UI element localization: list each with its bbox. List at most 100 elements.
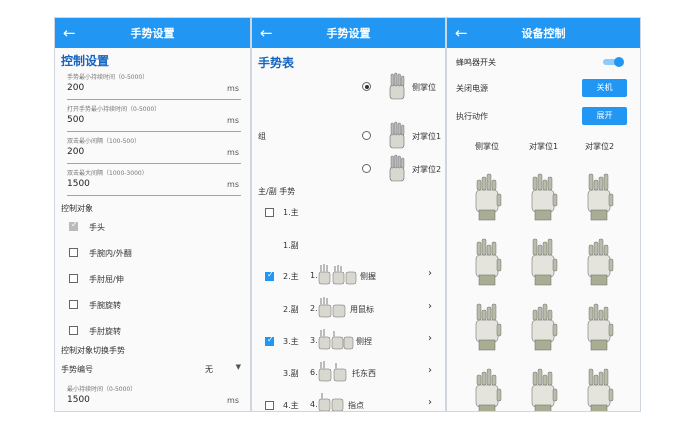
radio-label: 对掌位2: [412, 165, 442, 174]
gesture-hand-icon: [318, 264, 357, 285]
field-value[interactable]: 200: [67, 147, 84, 157]
field-unit: ms: [227, 396, 239, 405]
dropdown-value: 无: [205, 365, 213, 374]
robotic-hand-image: [587, 238, 614, 286]
gesture-number: 2.: [310, 304, 318, 313]
radio-label: 对掌位1: [412, 132, 442, 141]
gesture-name: 侧握: [360, 272, 376, 281]
chevron-right-icon[interactable]: ›: [428, 365, 432, 376]
checkbox-label: 手肘旋转: [89, 327, 121, 336]
toggle-thumb: [614, 57, 624, 67]
robotic-hand-image: [531, 303, 558, 351]
control-target-label: 控制对象: [61, 204, 93, 213]
power-label: 关闭电源: [456, 84, 488, 93]
robotic-hand-image: [531, 238, 558, 286]
gesture-hand-icon: [318, 361, 347, 382]
robotic-hand-image: [475, 238, 502, 286]
gesture-hand-icon: [318, 329, 354, 350]
field-value[interactable]: 1500: [67, 395, 90, 405]
checkbox[interactable]: ✓: [265, 270, 274, 281]
field-label: 双击最大间隔（1000-3000）: [67, 170, 148, 177]
gesture-name: 托东西: [352, 369, 376, 378]
checkbox-label: 手腕内/外翻: [89, 249, 132, 258]
switch-gesture-label: 控制对象切换手势: [61, 346, 125, 355]
column-header: 对掌位2: [585, 142, 615, 151]
double-click-max-field[interactable]: 双击最大间隔（1000-3000） 1500 ms: [59, 164, 245, 198]
radio-button[interactable]: [362, 131, 371, 140]
column-header: 对掌位1: [529, 142, 559, 151]
row-id: 3.副: [283, 369, 299, 378]
hand-opposed-2-icon: [389, 154, 405, 182]
robotic-hand-image: [475, 303, 502, 351]
checkbox[interactable]: [69, 326, 78, 335]
group-label: 组: [258, 132, 266, 141]
robotic-hand-image: [531, 368, 558, 411]
robotic-hand-image: [587, 173, 614, 221]
robotic-hand-image: [475, 368, 502, 411]
double-click-min-field[interactable]: 双击最小间隔（100-500） 200 ms: [59, 132, 245, 166]
action-label: 执行动作: [456, 112, 488, 121]
gesture-settings-panel: ← 手势设置 控制设置 手势最小持续时间（0-5000） 200 ms 打开手势…: [54, 17, 251, 412]
field-value[interactable]: 500: [67, 115, 84, 125]
field-value[interactable]: 1500: [67, 179, 90, 189]
buzzer-toggle[interactable]: [603, 57, 625, 67]
checkbox[interactable]: ✓: [69, 220, 78, 231]
gesture-number-dropdown[interactable]: 无 ▼: [195, 361, 245, 375]
gesture-hand-icon: [318, 393, 344, 411]
chevron-right-icon[interactable]: ›: [428, 268, 432, 279]
gesture-number: 4.: [310, 400, 318, 409]
device-control-panel: ← 设备控制 蜂鸣器开关 关闭电源 关机 执行动作 展开 侧掌位 对掌位1 对掌…: [446, 17, 641, 412]
section-title: 手势表: [258, 56, 295, 70]
shutdown-button[interactable]: 关机: [582, 79, 627, 97]
row-id: 1.主: [283, 208, 299, 217]
checkbox-label: 手头: [89, 223, 105, 232]
checkbox[interactable]: [69, 248, 78, 257]
app-bar-title: 手势设置: [130, 27, 175, 40]
row-id: 3.主: [283, 337, 299, 346]
robotic-hand-image: [531, 173, 558, 221]
app-bar-title: 手势设置: [326, 27, 371, 40]
gesture-number: 6.: [310, 368, 318, 377]
row-id: 4.主: [283, 401, 299, 410]
chevron-right-icon[interactable]: ›: [428, 333, 432, 344]
gesture-name: 侧捏: [356, 337, 372, 346]
field-unit: ms: [227, 148, 239, 157]
switch-min-duration-field[interactable]: 最小持续时间（0-5000） 1500 ms: [59, 380, 245, 412]
field-unit: ms: [227, 116, 239, 125]
chevron-right-icon[interactable]: ›: [428, 397, 432, 408]
gesture-hand-icon: [318, 297, 346, 318]
checkbox[interactable]: [265, 401, 274, 410]
gesture-number: 1.: [310, 271, 318, 280]
app-bar-title: 设备控制: [521, 27, 566, 40]
radio-button[interactable]: [362, 82, 371, 91]
row-id: 1.副: [283, 241, 299, 250]
column-header: 侧掌位: [475, 142, 499, 151]
hand-opposed-1-icon: [389, 121, 405, 149]
gesture-number-label: 手势编号: [61, 365, 93, 374]
robotic-hand-image: [587, 368, 614, 411]
robotic-hand-image: [587, 303, 614, 351]
open-min-duration-field[interactable]: 打开手势最小持续时间（0-5000） 500 ms: [59, 100, 245, 134]
section-title: 控制设置: [61, 54, 110, 68]
row-id: 2.主: [283, 272, 299, 281]
chevron-right-icon[interactable]: ›: [428, 301, 432, 312]
radio-button[interactable]: [362, 164, 371, 173]
radio-label: 侧掌位: [412, 83, 436, 92]
checkbox-label: 手腕旋转: [89, 301, 121, 310]
field-value[interactable]: 200: [67, 83, 84, 93]
field-label: 双击最小间隔（100-500）: [67, 138, 141, 145]
min-duration-field[interactable]: 手势最小持续时间（0-5000） 200 ms: [59, 68, 245, 102]
checkbox-label: 手肘屈/伸: [89, 275, 124, 284]
checkbox[interactable]: [69, 274, 78, 283]
checkbox[interactable]: [69, 300, 78, 309]
field-label: 打开手势最小持续时间（0-5000）: [67, 106, 161, 113]
checkbox[interactable]: ✓: [265, 335, 274, 346]
field-underline: [67, 411, 241, 412]
dropdown-arrow-icon: ▼: [235, 363, 241, 371]
app-bar: ← 手势设置: [55, 18, 250, 48]
app-bar: ← 设备控制: [447, 18, 640, 48]
hand-side-icon: [389, 72, 405, 100]
expand-button[interactable]: 展开: [582, 107, 627, 125]
buzzer-label: 蜂鸣器开关: [456, 58, 496, 67]
checkbox[interactable]: [265, 208, 274, 217]
